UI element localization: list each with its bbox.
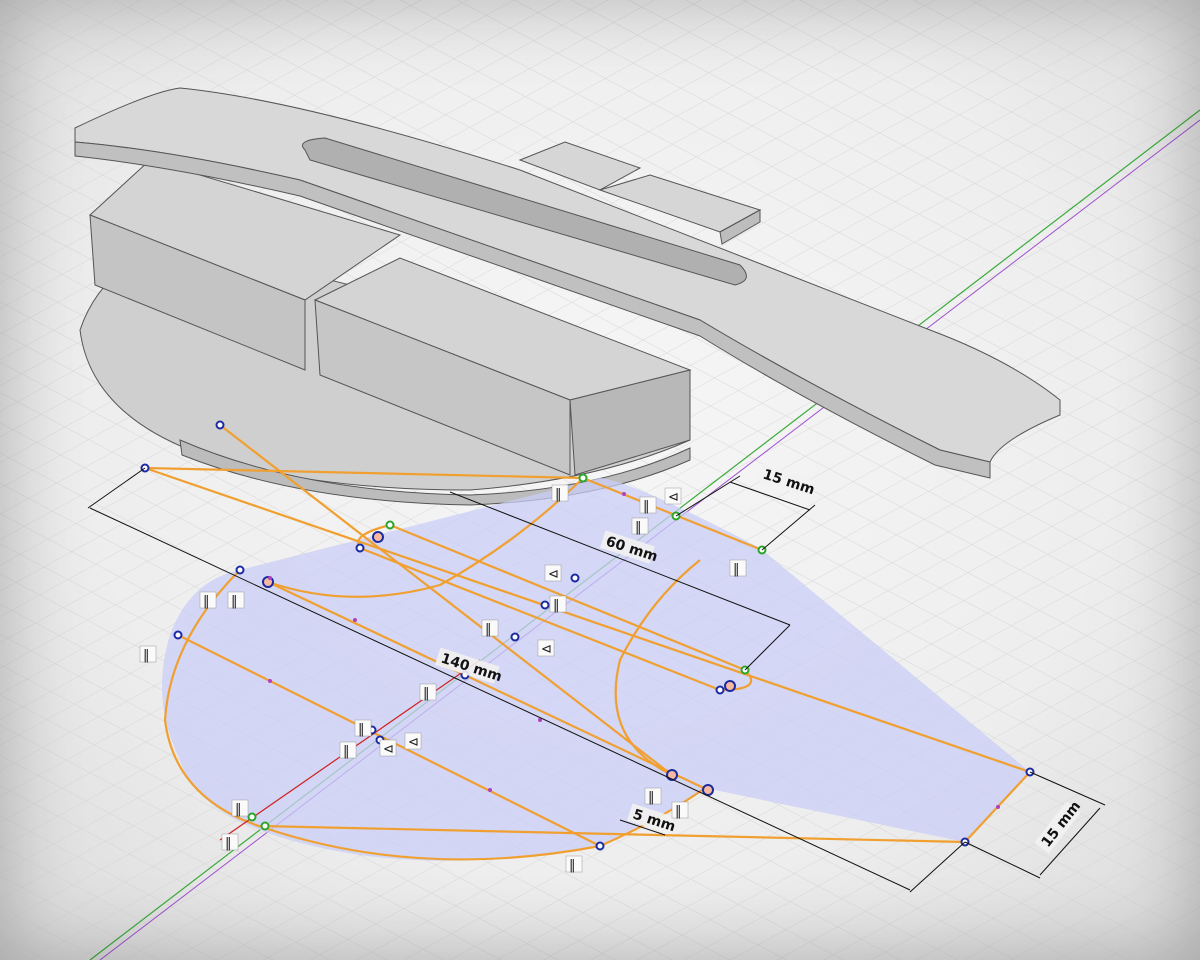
constraint-equal-icon: ‖ [419,683,437,701]
point [260,821,270,831]
svg-text:‖: ‖ [235,802,242,817]
point [372,531,384,543]
svg-text:‖: ‖ [635,520,642,535]
svg-text:‖: ‖ [358,722,365,737]
svg-text:‖: ‖ [555,487,562,502]
point [235,565,245,575]
constraint-equal-icon: ‖ [339,741,357,759]
midpoint [488,788,492,792]
svg-text:⊲: ⊲ [548,567,559,582]
point [385,520,395,530]
point [724,680,736,692]
constraint-coincident-icon: ⊲ [379,739,397,757]
constraint-equal-icon: ‖ [671,801,689,819]
constraint-equal-icon: ‖ [231,799,249,817]
scene-canvas[interactable]: 15 mm 60 mm 140 mm 5 mm 15 mm ‖ ‖ ‖ ‖ ‖ … [0,0,1200,960]
point [355,543,365,553]
midpoint [268,679,272,683]
point [715,685,725,695]
svg-text:⊲: ⊲ [383,742,394,757]
point [247,812,257,822]
constraint-equal-icon: ‖ [729,559,747,577]
svg-text:‖: ‖ [733,562,740,577]
svg-text:‖: ‖ [203,594,210,609]
point [215,420,225,430]
constraint-coincident-icon: ⊲ [537,639,555,657]
point [595,841,605,851]
svg-text:‖: ‖ [648,790,655,805]
constraint-equal-icon: ‖ [644,787,662,805]
midpoint [353,618,357,622]
svg-text:‖: ‖ [485,622,492,637]
svg-text:‖: ‖ [569,858,576,873]
point [173,630,183,640]
point [578,473,588,483]
constraint-equal-icon: ‖ [631,517,649,535]
svg-text:‖: ‖ [675,804,682,819]
constraint-equal-icon: ‖ [139,645,157,663]
point [702,784,714,796]
svg-text:⊲: ⊲ [668,490,679,505]
point [510,632,520,642]
point [666,769,678,781]
constraint-equal-icon: ‖ [221,833,239,851]
cad-3d-viewport[interactable]: 15 mm 60 mm 140 mm 5 mm 15 mm ‖ ‖ ‖ ‖ ‖ … [0,0,1200,960]
midpoint [268,576,272,580]
point [570,573,580,583]
constraint-equal-icon: ‖ [354,719,372,737]
constraint-equal-icon: ‖ [639,496,657,514]
constraint-equal-icon: ‖ [565,855,583,873]
constraint-coincident-icon: ⊲ [664,487,682,505]
svg-text:⊲: ⊲ [541,642,552,657]
constraint-equal-icon: ‖ [481,619,499,637]
svg-text:⊲: ⊲ [408,735,419,750]
svg-text:‖: ‖ [423,686,430,701]
constraint-equal-icon: ‖ [551,484,569,502]
svg-text:‖: ‖ [225,836,232,851]
svg-text:‖: ‖ [143,648,150,663]
midpoint [622,492,626,496]
constraint-equal-icon: ‖ [227,591,245,609]
constraint-equal-icon: ‖ [199,591,217,609]
svg-text:‖: ‖ [343,744,350,759]
svg-text:‖: ‖ [553,598,560,613]
constraint-coincident-icon: ⊲ [404,732,422,750]
point [540,600,550,610]
svg-text:‖: ‖ [231,594,238,609]
midpoint [996,805,1000,809]
constraint-coincident-icon: ⊲ [544,564,562,582]
constraint-equal-icon: ‖ [549,595,567,613]
svg-text:‖: ‖ [643,499,650,514]
